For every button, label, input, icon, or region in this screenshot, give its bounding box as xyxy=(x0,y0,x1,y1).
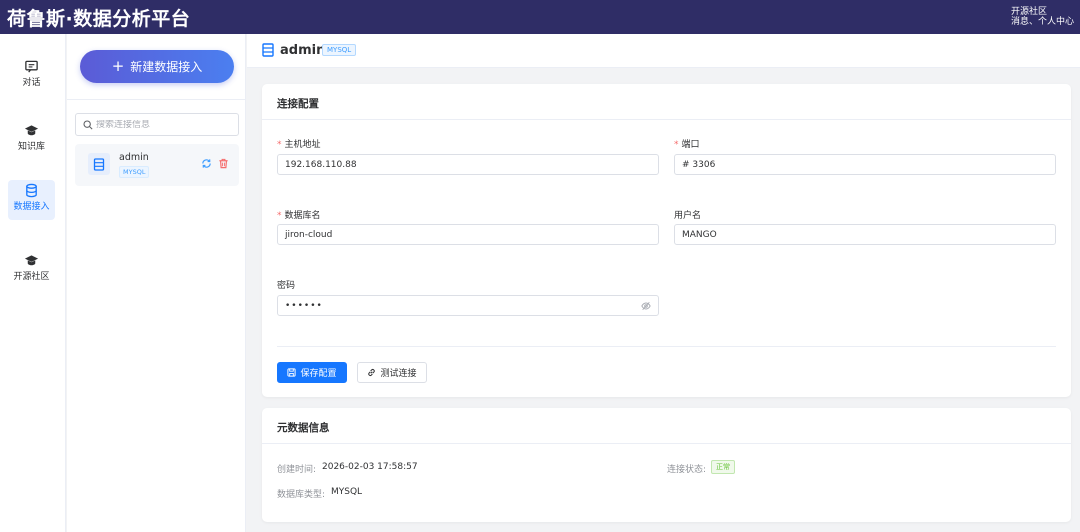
port-field[interactable]: # 3306 xyxy=(674,154,1056,175)
host-value: 192.168.110.88 xyxy=(285,159,357,170)
rail-item-data-access[interactable]: 数据接入 xyxy=(8,180,55,220)
table-icon xyxy=(88,153,110,175)
created-time-label: 创建时间: xyxy=(277,465,317,475)
top-links: 开源社区 消息、个人中心 xyxy=(1011,7,1074,27)
host-label: * 主机地址 xyxy=(277,137,321,150)
plus-icon: + xyxy=(111,57,125,75)
connection-type-tag: MYSQL xyxy=(119,166,150,178)
card-title: 元数据信息 xyxy=(277,422,330,434)
username-value: MANGO xyxy=(682,229,717,240)
test-button-label: 测试连接 xyxy=(380,369,417,379)
db-type-value: MYSQL xyxy=(331,487,363,497)
table-icon xyxy=(262,43,274,57)
rail-item-community[interactable]: 开源社区 xyxy=(8,250,55,288)
db-name-value: jiron-cloud xyxy=(285,229,333,240)
save-button-label: 保存配置 xyxy=(300,369,337,379)
rail-label: 数据接入 xyxy=(13,202,50,212)
test-connection-button[interactable]: 测试连接 xyxy=(357,362,427,383)
search-icon xyxy=(83,119,93,130)
graduation-cap-icon xyxy=(24,255,39,266)
panel-divider xyxy=(67,99,246,100)
rail-label: 对话 xyxy=(22,78,41,88)
connection-config-card: 连接配置 * 主机地址 192.168.110.88 * 端口 # 3306 * 数据… xyxy=(262,84,1071,397)
graduation-cap-icon xyxy=(24,125,39,136)
chat-icon xyxy=(25,60,38,73)
connection-item[interactable]: admin MYSQL xyxy=(75,144,239,186)
db-type-label: 数据库类型: xyxy=(277,490,326,500)
open-source-link[interactable]: 开源社区 xyxy=(1011,7,1074,17)
save-icon xyxy=(287,368,297,377)
db-type-tag: MYSQL xyxy=(322,44,357,56)
rail-item-chat[interactable]: 对话 xyxy=(8,56,55,94)
metadata-card: 元数据信息 创建时间: 2026-02-03 17:58:57 连接状态: 正常… xyxy=(262,408,1071,522)
page-title: admin xyxy=(280,43,326,58)
card-divider xyxy=(262,119,1071,120)
main-header: admin MYSQL xyxy=(247,34,1080,68)
top-bar: 荷鲁斯·数据分析平台 开源社区 消息、个人中心 xyxy=(0,0,1080,34)
host-field[interactable]: 192.168.110.88 xyxy=(277,154,659,175)
search-input[interactable] xyxy=(96,119,226,130)
connection-status-label: 连接状态: xyxy=(667,465,707,475)
link-icon xyxy=(368,369,376,376)
left-rail: 对话 知识库 数据接入 开源社区 xyxy=(0,34,66,532)
required-mark: * xyxy=(674,140,679,150)
password-label: 密码 xyxy=(277,281,296,291)
created-time-value: 2026-02-03 17:58:57 xyxy=(322,462,418,472)
card-divider xyxy=(262,443,1071,444)
new-button-label: 新建数据接入 xyxy=(130,60,203,74)
required-mark: * xyxy=(277,140,282,150)
username-field[interactable]: MANGO xyxy=(674,224,1056,245)
save-config-button[interactable]: 保存配置 xyxy=(277,362,347,383)
connection-actions xyxy=(201,158,229,169)
new-data-access-button[interactable]: + 新建数据接入 xyxy=(80,50,234,83)
refresh-icon[interactable] xyxy=(201,158,212,169)
app-title: 荷鲁斯·数据分析平台 xyxy=(7,8,191,30)
password-field[interactable]: •••••• xyxy=(277,295,659,316)
required-mark: * xyxy=(277,211,282,221)
db-name-field[interactable]: jiron-cloud xyxy=(277,224,659,245)
password-value: •••••• xyxy=(285,300,323,311)
database-icon xyxy=(26,183,37,198)
search-box[interactable] xyxy=(75,113,239,136)
connections-panel: + 新建数据接入 admin MYSQL xyxy=(67,34,246,532)
port-value: # 3306 xyxy=(682,159,716,170)
db-name-label: * 数据库名 xyxy=(277,208,321,221)
rail-label: 知识库 xyxy=(17,142,45,152)
messages-profile-link[interactable]: 消息、个人中心 xyxy=(1011,17,1074,27)
form-divider xyxy=(277,346,1056,347)
host-label-text: 主机地址 xyxy=(284,140,321,150)
rail-item-knowledge[interactable]: 知识库 xyxy=(8,120,55,158)
username-label: 用户名 xyxy=(674,211,702,221)
port-label-text: 端口 xyxy=(681,140,700,150)
port-label: * 端口 xyxy=(674,137,700,150)
db-name-label-text: 数据库名 xyxy=(284,211,321,221)
eye-off-icon[interactable] xyxy=(641,301,651,311)
delete-icon[interactable] xyxy=(218,158,229,169)
connection-name: admin xyxy=(119,152,149,163)
card-title: 连接配置 xyxy=(277,98,319,110)
rail-label: 开源社区 xyxy=(13,272,50,282)
status-badge: 正常 xyxy=(711,460,735,474)
